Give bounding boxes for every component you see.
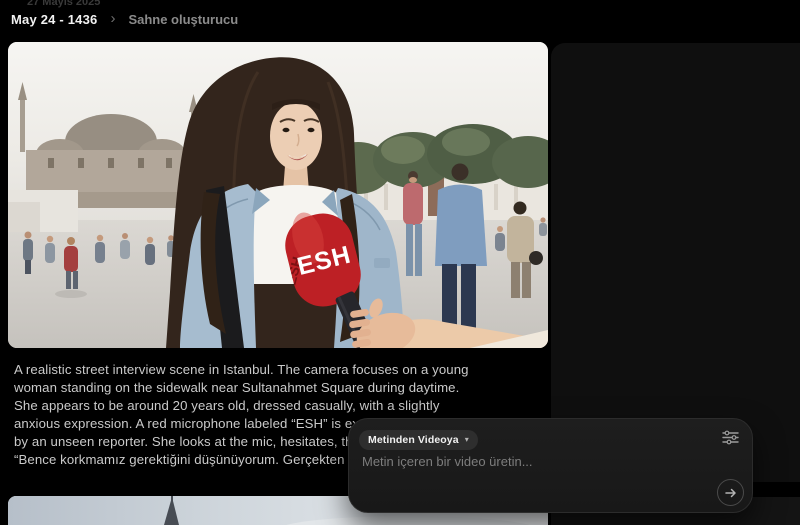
prompt-text-line: A realistic street interview scene in Is… [14,361,714,379]
breadcrumb-project[interactable]: May 24 - 1436 [11,12,97,27]
prompt-input[interactable] [362,454,702,498]
settings-sliders-icon[interactable] [722,430,739,445]
arrow-right-icon [725,487,737,499]
prompt-text-line: She appears to be around 20 years old, d… [14,397,714,415]
previous-date-label: 27 Mayıs 2025 [27,0,100,8]
prompt-text-line: woman standing on the sidewalk near Sult… [14,379,714,397]
mode-selector-label: Metinden Videoya [368,434,459,446]
breadcrumb-scene-builder[interactable]: Sahne oluşturucu [128,12,238,27]
chevron-down-icon: ▾ [465,436,469,444]
scene-image-street-interview[interactable]: ESH ESH [8,42,548,348]
mode-selector-dropdown[interactable]: Metinden Videoya ▾ [359,430,478,450]
breadcrumb: › May 24 - 1436 › Sahne oluşturucu [0,10,238,28]
chevron-right-icon: › [110,10,115,28]
send-button[interactable] [717,479,744,506]
street-interview-illustration: ESH ESH [8,42,548,348]
prompt-composer: Metinden Videoya ▾ [348,418,753,513]
